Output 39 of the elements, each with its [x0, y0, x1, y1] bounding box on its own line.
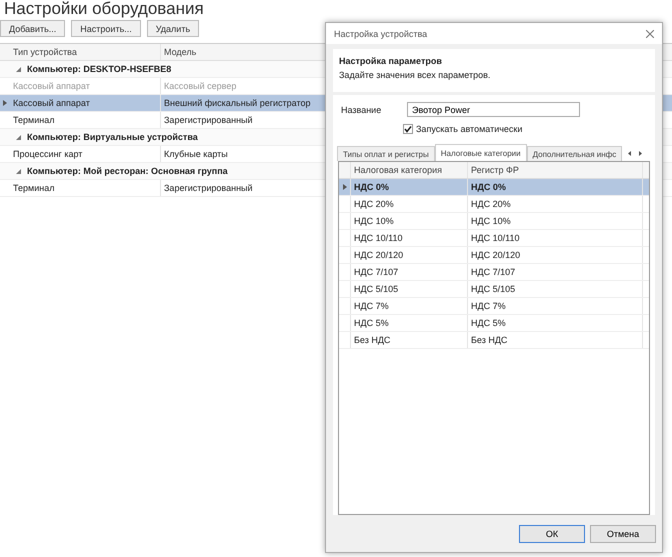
table-cell-text: Внешний фискальный регистратор: [163, 97, 312, 110]
table-cell: НДС 20/120: [468, 247, 643, 263]
table-cell: Терминал: [10, 112, 161, 128]
table-cell-text: Зарегистрированный: [163, 182, 254, 195]
table-cell: НДС 20/120: [351, 247, 468, 263]
table-cell: НДС 7/107: [351, 264, 468, 280]
table-cell: НДС 10%: [468, 213, 643, 229]
table-cell: Кассовый аппарат: [10, 78, 161, 94]
group-label: Компьютер: DESKTOP-HSEFBE8: [27, 64, 172, 74]
table-cell: НДС 5/105: [468, 281, 643, 297]
table-cell: НДС 5%: [468, 315, 643, 331]
table-cell: НДС 10/110: [351, 230, 468, 246]
table-cell: НДС 7/107: [468, 264, 643, 280]
table-cell: НДС 7%: [351, 298, 468, 314]
table-cell: Без НДС: [351, 332, 468, 348]
table-cell: НДС 20%: [351, 196, 468, 212]
checkbox-label: Запускать автоматически: [416, 124, 522, 134]
table-cell: НДС 10%: [351, 213, 468, 229]
table-cell: Терминал: [10, 180, 161, 196]
page-title: Настройки оборудования: [3, 0, 205, 18]
table-cell: Кассовый аппарат: [10, 95, 161, 111]
header-title: Настройка параметров: [339, 56, 443, 66]
table-cell: НДС 5/105: [351, 281, 468, 297]
group-label: Компьютер: Виртуальные устройства: [27, 132, 198, 142]
table-cell: НДС 10/110: [468, 230, 643, 246]
header-subtitle: Задайте значения всех параметров.: [339, 70, 492, 80]
table-cell: Процессинг карт: [10, 146, 161, 162]
table-cell-text: Клубные карты: [163, 148, 229, 161]
table-cell: Без НДС: [468, 332, 643, 348]
name-label: Название: [340, 104, 382, 114]
group-label: Компьютер: Мой ресторан: Основная группа: [27, 166, 228, 176]
table-cell: НДС 5%: [351, 315, 468, 331]
table-cell: НДС 0%: [468, 179, 643, 195]
table-cell-text: Зарегистрированный: [163, 114, 254, 127]
table-cell-text: Кассовый сервер: [163, 80, 238, 93]
dialog-title: Настройка устройства: [334, 28, 428, 39]
table-cell: НДС 7%: [468, 298, 643, 314]
table-cell: НДС 20%: [468, 196, 643, 212]
table-cell: НДС 0%: [351, 179, 468, 195]
